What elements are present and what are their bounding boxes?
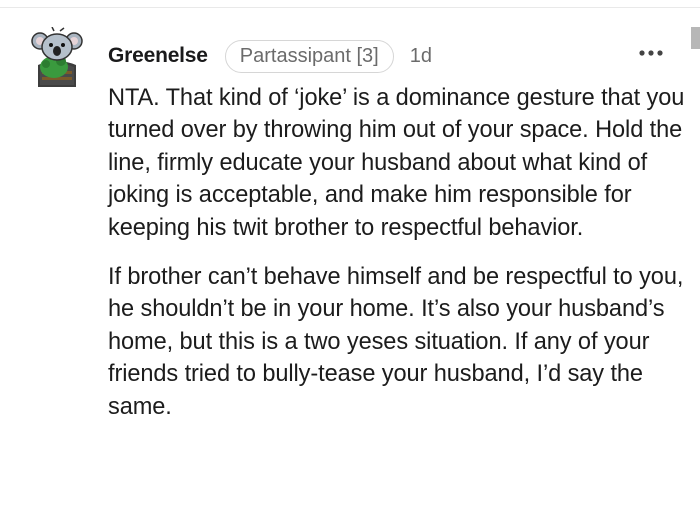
comment-paragraph-2: If brother can’t behave himself and be r… bbox=[108, 264, 684, 420]
comment-paragraph-1: NTA. That kind of ‘joke’ is a dominance … bbox=[108, 85, 685, 241]
more-options-button[interactable] bbox=[632, 38, 670, 68]
koala-avatar-icon bbox=[31, 26, 83, 87]
top-divider bbox=[0, 0, 700, 8]
user-avatar[interactable] bbox=[30, 26, 84, 89]
comment-header: Greenelse Partassipant [3] 1d bbox=[108, 38, 432, 74]
comment-author[interactable]: Greenelse bbox=[108, 44, 208, 68]
comment-body: NTA. That kind of ‘joke’ is a dominance … bbox=[108, 82, 688, 440]
comment-timestamp[interactable]: 1d bbox=[410, 45, 432, 68]
more-horizontal-icon bbox=[639, 50, 663, 56]
user-flair-badge: Partassipant [3] bbox=[224, 39, 394, 73]
scrollbar-thumb[interactable] bbox=[691, 27, 700, 49]
